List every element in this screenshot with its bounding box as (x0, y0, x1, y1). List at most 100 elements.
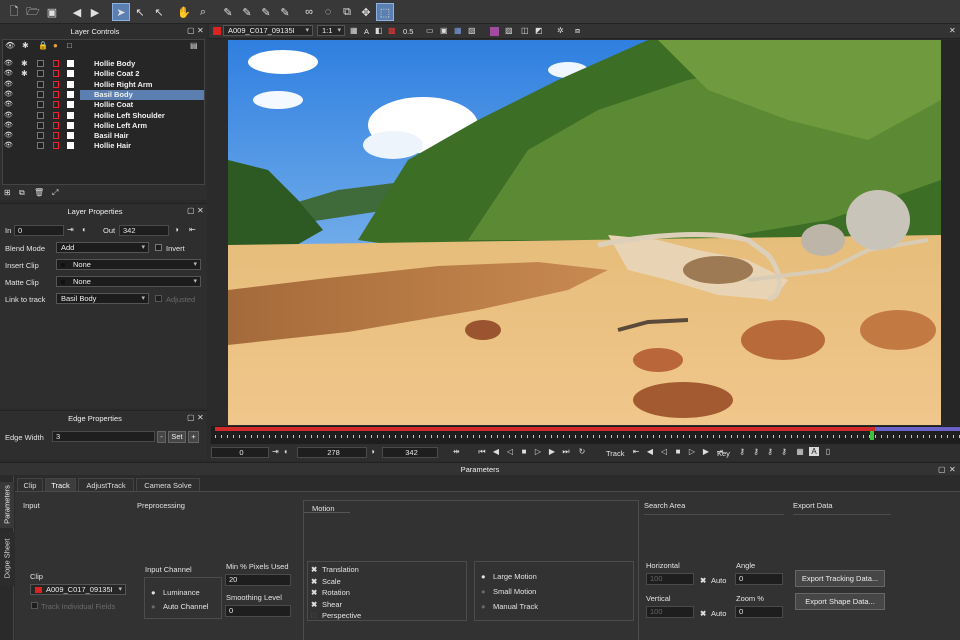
panel-close-icon[interactable]: ✕ (949, 465, 956, 474)
viewer-zoom-select[interactable]: 1:1 (317, 25, 345, 36)
zoom-field[interactable]: 0 (735, 606, 783, 618)
in-field[interactable]: 0 (14, 225, 64, 236)
panel-float-icon[interactable]: ▢ (187, 26, 195, 35)
view-mode-3-icon[interactable]: ▦ (454, 26, 462, 35)
lock-checkbox[interactable] (37, 111, 44, 119)
new-file-icon[interactable]: 🗋 (5, 3, 23, 21)
key-prev-icon[interactable]: ⚷ (751, 447, 761, 456)
layer-white-swatch[interactable] (67, 60, 74, 67)
horizontal-field[interactable]: 100 (646, 573, 694, 585)
view-mode-7-icon[interactable]: ◩ (535, 26, 543, 35)
link-to-track-select[interactable]: Basil Body (56, 293, 149, 304)
lock-checkbox[interactable] (37, 101, 44, 109)
start-keyframe-icon[interactable]: ◐ (284, 447, 289, 456)
motion-size-radio[interactable]: ● (481, 587, 486, 596)
opacity-value[interactable]: 0.5 (403, 27, 413, 36)
viewer-image[interactable] (228, 40, 941, 425)
timeline-playhead[interactable] (870, 431, 874, 440)
tab-track[interactable]: Track (45, 478, 76, 491)
layer-color-swatch[interactable] (53, 142, 59, 150)
layer-color-swatch[interactable] (53, 80, 59, 88)
link-icon[interactable]: ∞ (300, 3, 318, 21)
angle-field[interactable]: 0 (735, 573, 783, 585)
motion-type-checkbox[interactable]: ✖ (311, 565, 317, 574)
horizontal-auto-checkbox[interactable]: ✖ (700, 576, 706, 585)
loop-icon[interactable]: ↻ (577, 447, 587, 456)
edge-width-field[interactable]: 3 (52, 431, 155, 442)
layer-row[interactable]: 👁 ✱ Hollie Coat 2 (2, 69, 204, 79)
view-mode-2-icon[interactable]: ▣ (440, 26, 448, 35)
color-channels-icon[interactable]: ▦ (350, 26, 358, 35)
gear-active-icon[interactable]: ✱ (21, 59, 28, 68)
view-mode-4-icon[interactable]: ▧ (468, 26, 476, 35)
duplicate-layer-icon[interactable]: ⧉ (19, 188, 25, 198)
layer-color-swatch[interactable] (53, 101, 59, 109)
auto-channel-radio[interactable]: ● (151, 602, 156, 611)
visibility-eye-icon[interactable]: 👁 (4, 69, 13, 77)
lock-checkbox[interactable] (37, 60, 44, 67)
step-back-icon[interactable]: ◀ (491, 447, 501, 456)
visibility-eye-icon[interactable]: 👁 (4, 111, 13, 119)
current-frame-field[interactable]: 278 (297, 447, 367, 458)
panel-close-icon[interactable]: ✕ (197, 26, 204, 35)
layer-row[interactable]: 👁 Hollie Coat (2, 100, 204, 110)
mirror-icon[interactable]: ⧈ (575, 26, 580, 36)
layer-white-swatch[interactable] (67, 90, 74, 98)
timeline-end-field[interactable]: 342 (382, 447, 438, 458)
motion-type-checkbox[interactable]: ✖ (311, 577, 317, 586)
tab-camera-solve[interactable]: Camera Solve (136, 478, 200, 491)
track-individual-fields-checkbox[interactable] (31, 602, 38, 609)
view-mode-5-icon[interactable]: ▨ (505, 26, 513, 35)
panel-close-icon[interactable]: ✕ (197, 413, 204, 422)
layer-white-swatch[interactable] (67, 121, 74, 129)
visibility-eye-icon[interactable]: 👁 (4, 59, 13, 67)
layer-row[interactable]: 👁 Hollie Left Shoulder (2, 111, 204, 121)
visibility-eye-icon[interactable]: 👁 (4, 121, 13, 129)
track-stop-icon[interactable]: ■ (673, 447, 683, 456)
vertical-field[interactable]: 100 (646, 606, 694, 618)
motion-type-checkbox[interactable]: □ (311, 611, 316, 620)
side-tab-parameters[interactable]: Parameters (0, 482, 14, 528)
end-keyframe-icon[interactable]: ◑ (370, 447, 375, 456)
prev-frame-icon[interactable]: ◁ (505, 447, 515, 456)
edge-plus-button[interactable]: + (188, 431, 199, 443)
visibility-eye-icon[interactable]: 👁 (4, 131, 13, 139)
color-swatch-purple[interactable] (490, 27, 499, 36)
select-b-icon[interactable]: ↖ (131, 3, 149, 21)
key-add-icon[interactable]: ⚷ (737, 447, 747, 456)
fit-view-icon[interactable]: ⤢ (52, 188, 58, 198)
track-back-start-icon[interactable]: ⇤ (631, 447, 641, 456)
blend-mode-select[interactable]: Add (56, 242, 149, 253)
layer-white-swatch[interactable] (67, 70, 74, 78)
min-pixels-field[interactable]: 20 (225, 574, 291, 586)
key-auto-icon[interactable]: A (809, 447, 819, 456)
key-next-icon[interactable]: ⚷ (765, 447, 775, 456)
view-mode-6-icon[interactable]: ◫ (521, 26, 529, 35)
vertical-auto-checkbox[interactable]: ✖ (700, 609, 706, 618)
layer-white-swatch[interactable] (67, 132, 74, 140)
layer-color-swatch[interactable] (53, 111, 59, 119)
key-mode-icon[interactable]: ▦ (795, 447, 805, 456)
layer-row[interactable]: 👁 ✱ Hollie Body (2, 59, 204, 69)
timeline[interactable] (211, 426, 960, 444)
side-tab-dope-sheet[interactable]: Dope Sheet (0, 532, 14, 586)
edge-set-button[interactable]: Set (168, 431, 186, 443)
panel-float-icon[interactable]: ▢ (187, 413, 195, 422)
select-plus-icon[interactable]: ↖ (150, 3, 168, 21)
layer-color-swatch[interactable] (53, 70, 59, 78)
bounding-box-icon[interactable]: ⬚ (376, 3, 394, 21)
edge-minus-button[interactable]: - (157, 431, 166, 443)
track-step-forward-icon[interactable]: ▷ (687, 447, 697, 456)
stop-icon[interactable]: ■ (519, 447, 529, 456)
invert-checkbox[interactable] (155, 244, 162, 251)
luminance-radio[interactable]: ● (151, 588, 156, 597)
lasso-icon[interactable]: ◌ (319, 3, 337, 21)
lock-checkbox[interactable] (37, 132, 44, 140)
panel-float-icon[interactable]: ▢ (938, 465, 946, 474)
select-arrow-icon[interactable]: ➤ (112, 3, 130, 21)
set-start-icon[interactable]: ⇥ (272, 447, 279, 456)
layer-color-swatch[interactable] (53, 60, 59, 67)
go-end-icon[interactable]: ⏭ (561, 447, 571, 457)
view-mode-1-icon[interactable]: ▭ (426, 26, 434, 35)
key-delete-icon[interactable]: ⚷ (779, 447, 789, 456)
